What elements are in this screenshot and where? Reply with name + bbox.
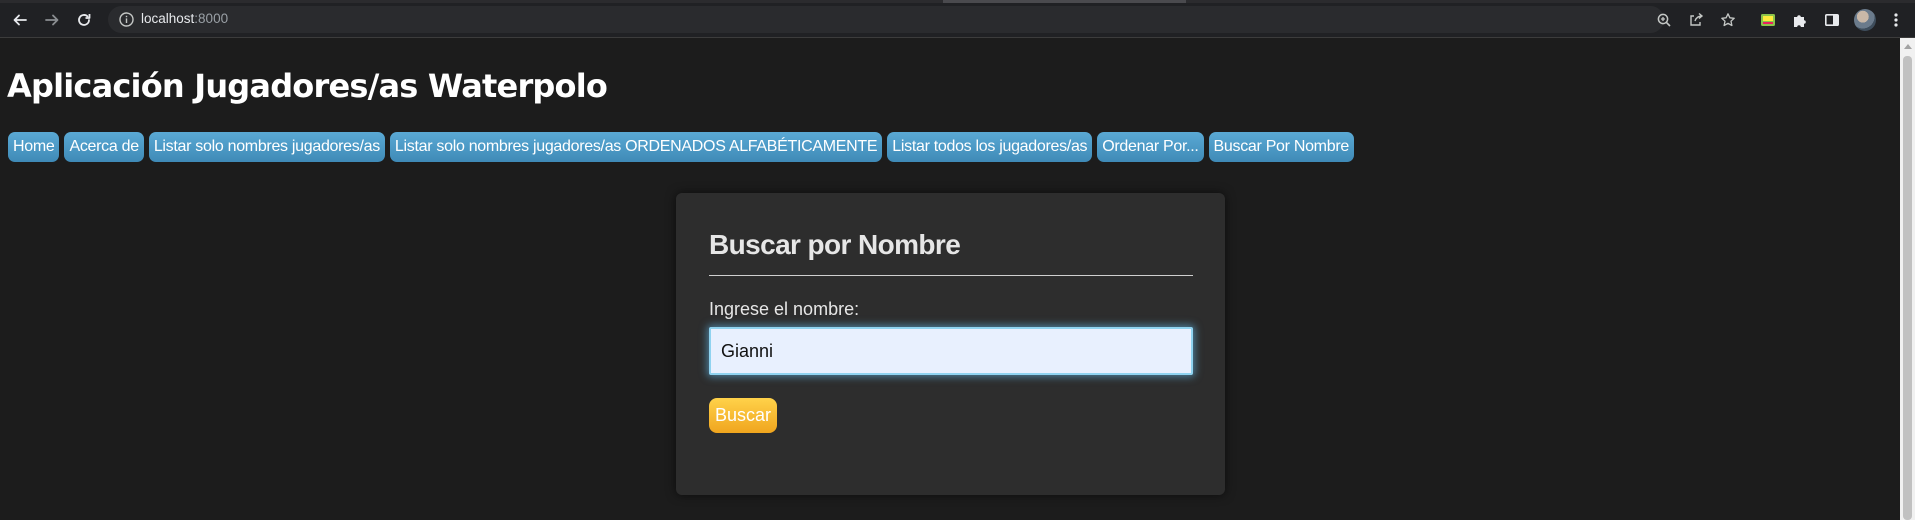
menu-item-listar-todos[interactable]: Listar todos los jugadores/as bbox=[887, 132, 1093, 162]
scroll-up-arrow-icon[interactable] bbox=[1904, 44, 1912, 49]
name-field-label: Ingrese el nombre: bbox=[709, 299, 860, 319]
search-card: Buscar por Nombre Ingrese el nombre: Bus… bbox=[676, 193, 1225, 495]
menu-item-listar-nombres-ordenados[interactable]: Listar solo nombres jugadores/as ORDENAD… bbox=[389, 132, 883, 162]
active-tab-indicator[interactable] bbox=[943, 0, 1186, 3]
share-icon[interactable] bbox=[1685, 9, 1707, 31]
page-scrollbar[interactable] bbox=[1900, 38, 1915, 520]
site-info-icon[interactable] bbox=[118, 11, 135, 28]
url-text: localhost:8000 bbox=[141, 11, 228, 26]
url-port: :8000 bbox=[194, 11, 229, 26]
browser-menu-icon[interactable] bbox=[1885, 9, 1907, 31]
url-host: localhost bbox=[141, 11, 195, 26]
extension-icon[interactable] bbox=[1757, 9, 1779, 31]
browser-toolbar: localhost:8000 bbox=[0, 0, 1915, 38]
name-search-input[interactable] bbox=[709, 327, 1193, 375]
bookmark-star-icon[interactable] bbox=[1717, 9, 1739, 31]
title-divider bbox=[709, 275, 1193, 276]
zoom-icon[interactable] bbox=[1653, 9, 1675, 31]
side-panel-icon[interactable] bbox=[1821, 9, 1843, 31]
profile-avatar-icon[interactable] bbox=[1854, 9, 1876, 31]
main-menu: Home Acerca de Listar solo nombres jugad… bbox=[8, 132, 1354, 162]
search-submit-button[interactable]: Buscar bbox=[709, 398, 778, 433]
reload-icon[interactable] bbox=[73, 9, 95, 31]
back-arrow-icon[interactable] bbox=[9, 9, 31, 31]
scrollbar-thumb[interactable] bbox=[1903, 56, 1912, 520]
address-bar[interactable]: localhost:8000 bbox=[108, 6, 1664, 33]
puzzle-piece-icon[interactable] bbox=[1789, 9, 1811, 31]
forward-arrow-icon[interactable] bbox=[41, 9, 63, 31]
menu-item-buscar-por-nombre[interactable]: Buscar Por Nombre bbox=[1208, 132, 1354, 162]
menu-item-listar-nombres[interactable]: Listar solo nombres jugadores/as bbox=[148, 132, 385, 162]
menu-item-home[interactable]: Home bbox=[8, 132, 60, 162]
menu-item-acerca-de[interactable]: Acerca de bbox=[64, 132, 144, 162]
search-card-title: Buscar por Nombre bbox=[709, 229, 961, 260]
menu-item-ordenar-por[interactable]: Ordenar Por... bbox=[1097, 132, 1204, 162]
app-title: Aplicación Jugadores/as Waterpolo bbox=[7, 67, 608, 105]
